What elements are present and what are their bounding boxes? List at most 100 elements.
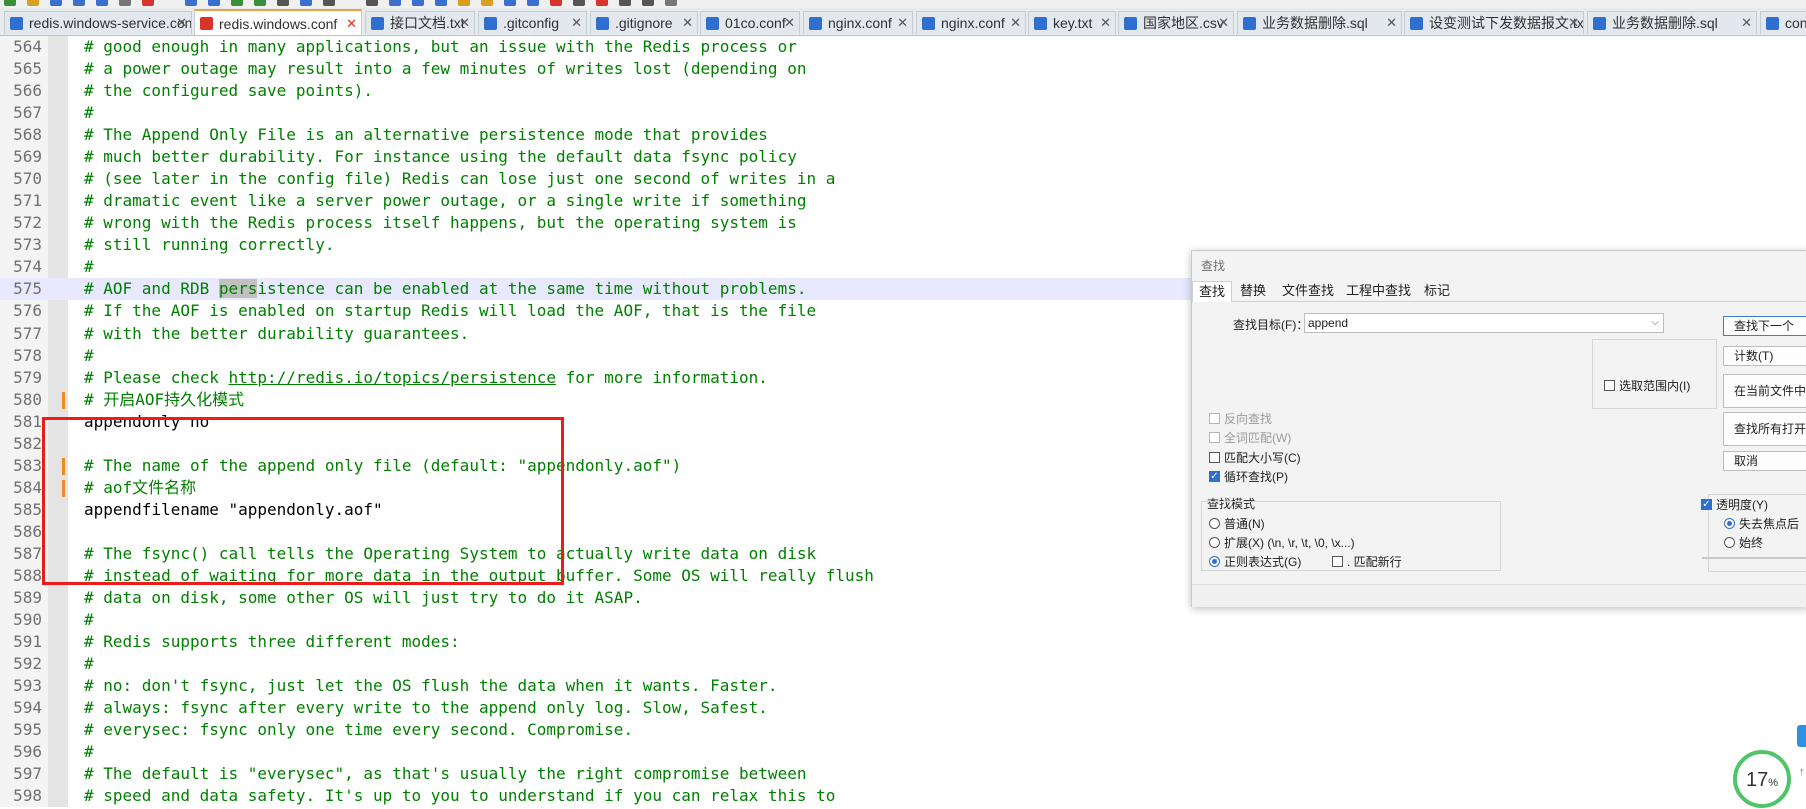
arrow-up-icon[interactable]: ↑ [1799,766,1805,778]
code-line[interactable]: 566 # the configured save points). [0,80,1806,102]
code-line[interactable]: 572 # wrong with the Redis process itself… [0,212,1806,234]
mode-extended-radio[interactable]: 扩展(X) (\n, \r, \t, \0, \x...) [1209,534,1355,551]
close-icon[interactable]: ✕ [571,12,582,34]
toolbar-icon[interactable] [527,0,539,6]
toolbar-icon[interactable] [96,0,108,6]
toolbar-icon[interactable] [642,0,654,6]
url-link[interactable]: http://redis.io/topics/persistence [229,368,557,387]
toolbar-icon[interactable] [481,0,493,6]
toolbar-icon[interactable] [142,0,154,6]
transparency-slider[interactable] [1702,557,1806,559]
toolbar-icon[interactable] [119,0,131,6]
mode-regex-radio[interactable]: 正则表达式(G) [1209,553,1301,570]
close-icon[interactable]: ✕ [346,11,357,35]
mode-normal-radio[interactable]: 普通(N) [1209,515,1265,532]
toolbar-icon[interactable] [185,0,197,6]
transparency-always-radio[interactable]: 始终 [1724,534,1763,551]
tab-11[interactable]: 设变测试下发数据报文.txt ✕ [1404,11,1584,34]
find-target-combo[interactable]: append ⌵ [1304,313,1664,333]
close-icon[interactable]: ✕ [459,12,470,34]
tab-mark[interactable]: 标记 [1418,281,1456,301]
tab-find[interactable]: 查找 [1192,281,1233,302]
performance-meter[interactable]: 17% [1733,750,1791,808]
count-button[interactable]: 计数(T) [1723,346,1806,366]
toolbar-icon[interactable] [231,0,243,6]
toolbar-icon[interactable] [277,0,289,6]
tab-5[interactable]: 01co.conf ✕ [700,11,800,34]
close-icon[interactable]: ✕ [1741,12,1752,34]
tab-10[interactable]: 业务数据删除.sql ✕ [1237,11,1402,34]
toolbar-icon[interactable] [412,0,424,6]
match-case-checkbox[interactable]: 匹配大小写(C) [1209,449,1301,466]
code-line[interactable]: 598 # speed and data safety. It's up to y… [0,785,1806,807]
tab-find-in-project[interactable]: 工程中查找 [1340,281,1417,301]
chevron-down-icon[interactable]: ⌵ [1651,314,1659,332]
toolbar-icon[interactable] [458,0,470,6]
tab-0[interactable]: redis.windows-service.conf ✕ [4,11,192,34]
code-line[interactable]: 595 # everysec: fsync only one time every… [0,719,1806,741]
tab-9[interactable]: 国家地区.csv ✕ [1118,11,1234,34]
close-icon[interactable]: ✕ [682,12,693,34]
close-icon[interactable]: ✕ [897,12,908,34]
close-icon[interactable]: ✕ [1386,12,1397,34]
toolbar-icon[interactable] [254,0,266,6]
tab-12[interactable]: 业务数据删除.sql ✕ [1587,11,1757,34]
close-icon[interactable]: ✕ [784,12,795,34]
close-icon[interactable]: ✕ [176,12,187,34]
find-all-open-button[interactable]: 查找所有打开文件 [1723,412,1806,446]
code-line[interactable]: 593 # no: don't fsync, just let the OS fl… [0,675,1806,697]
close-icon[interactable]: ✕ [1218,12,1229,34]
toolbar-icon[interactable] [73,0,85,6]
code-line[interactable]: 594 # always: fsync after every write to … [0,697,1806,719]
tab-4[interactable]: .gitignore ✕ [590,11,698,34]
side-panel-button[interactable] [1797,725,1806,747]
code-line[interactable]: 571 # dramatic event like a server power … [0,190,1806,212]
code-line[interactable]: 570 # (see later in the config file) Redi… [0,168,1806,190]
tab-8[interactable]: key.txt ✕ [1028,11,1116,34]
toolbar-icon[interactable] [27,0,39,6]
toolbar-icon[interactable] [208,0,220,6]
wrap-around-checkbox[interactable]: ✓ 循环查找(P) [1209,468,1288,485]
toolbar-icon[interactable] [504,0,516,6]
tab-2[interactable]: 接口文档.txt ✕ [365,11,475,34]
tab-13[interactable]: config.ini✕ [1760,11,1806,34]
code-line[interactable]: 567 # [0,102,1806,124]
find-next-button[interactable]: 查找下一个 [1723,316,1806,336]
tab-find-in-files[interactable]: 文件查找 [1276,281,1340,301]
toolbar-icon[interactable] [619,0,631,6]
close-icon[interactable]: ✕ [1568,12,1579,34]
code-line[interactable]: 590 # [0,609,1806,631]
toolbar-icon[interactable] [573,0,585,6]
code-line[interactable]: 565 # a power outage may result into a fe… [0,58,1806,80]
toolbar-icon[interactable] [323,0,335,6]
code-line[interactable]: 568 # The Append Only File is an alternat… [0,124,1806,146]
find-in-current-button[interactable]: 在当前文件中查找 [1723,374,1806,408]
toolbar-icon[interactable] [665,0,677,6]
toolbar-icon[interactable] [435,0,447,6]
toolbar-icon[interactable] [366,0,378,6]
toolbar-icon[interactable] [550,0,562,6]
tab-7[interactable]: nginx.conf ✕ [916,11,1026,34]
toolbar-icon[interactable] [300,0,312,6]
dot-matches-newline-checkbox[interactable]: . 匹配新行 [1332,553,1402,570]
code-line[interactable]: 592 # [0,653,1806,675]
in-selection-checkbox[interactable]: 选取范围内(I) [1604,377,1690,394]
toolbar-icon[interactable] [596,0,608,6]
code-line[interactable]: 596 # [0,741,1806,763]
toolbar-icon[interactable] [4,0,16,6]
tab-3[interactable]: .gitconfig ✕ [478,11,587,34]
transparency-checkbox[interactable]: ✓ 透明度(Y) [1701,496,1768,513]
close-icon[interactable]: ✕ [1100,12,1111,34]
toolbar-icon[interactable] [389,0,401,6]
cancel-button[interactable]: 取消 [1723,451,1806,471]
tab-6[interactable]: nginx.conf ✕ [803,11,913,34]
toolbar-icon[interactable] [50,0,62,6]
code-line[interactable]: 591 # Redis supports three different mode… [0,631,1806,653]
code-line[interactable]: 597 # The default is "everysec", as that'… [0,763,1806,785]
close-icon[interactable]: ✕ [1010,12,1021,34]
code-line[interactable]: 564 # good enough in many applications, b… [0,36,1806,58]
tab-1[interactable]: redis.windows.conf ✕ [194,9,362,35]
code-line[interactable]: 569 # much better durability. For instanc… [0,146,1806,168]
transparency-on-lose-focus-radio[interactable]: 失去焦点后 [1724,515,1799,532]
tab-replace[interactable]: 替换 [1234,281,1272,301]
